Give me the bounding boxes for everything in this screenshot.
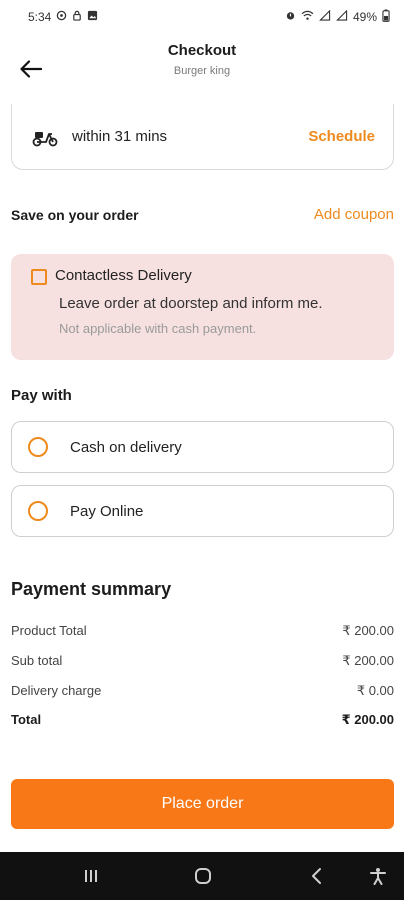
summary-row-delivery-charge: Delivery charge ₹ 0.00 — [11, 683, 394, 699]
summary-label: Product Total — [11, 623, 87, 638]
save-on-order-row: Save on your order Add coupon — [11, 206, 394, 223]
summary-row-total: Total ₹ 200.00 — [11, 712, 394, 728]
lock-icon — [72, 10, 82, 24]
accessibility-icon — [370, 868, 386, 885]
place-order-button[interactable]: Place order — [11, 779, 394, 829]
pay-with-title: Pay with — [11, 387, 72, 404]
summary-value: ₹ 200.00 — [342, 653, 394, 668]
whatsapp-icon — [56, 10, 67, 24]
save-on-order-title: Save on your order — [11, 206, 139, 223]
nav-back-button[interactable] — [303, 864, 331, 888]
wifi-icon — [301, 10, 314, 24]
header: Checkout Burger king — [0, 34, 404, 104]
summary-value: ₹ 200.00 — [342, 623, 394, 638]
header-titles: Checkout Burger king — [0, 42, 404, 77]
radio-button[interactable] — [28, 437, 48, 457]
restaurant-name: Burger king — [173, 65, 231, 77]
contactless-description: Leave order at doorstep and inform me. — [59, 295, 323, 312]
page-title: Checkout — [167, 42, 237, 59]
payment-option-label: Cash on delivery — [70, 438, 182, 456]
contactless-delivery-panel: Contactless Delivery Leave order at door… — [11, 254, 394, 360]
contactless-note: Not applicable with cash payment. — [59, 321, 257, 336]
summary-label: Delivery charge — [11, 683, 102, 698]
summary-value: ₹ 200.00 — [341, 712, 394, 727]
home-button[interactable] — [189, 864, 217, 888]
gallery-icon — [87, 10, 98, 24]
status-left: 5:34 — [28, 10, 98, 24]
summary-label: Sub total — [11, 653, 63, 668]
recents-icon — [85, 870, 97, 882]
signal-icon — [319, 9, 331, 24]
signal-icon — [336, 9, 348, 24]
back-icon — [312, 868, 321, 884]
payment-option-online[interactable]: Pay Online — [11, 485, 394, 537]
status-bar: 5:34 49% — [0, 0, 404, 34]
home-icon — [195, 868, 211, 884]
alarm-icon — [285, 10, 296, 24]
summary-value: ₹ 0.00 — [356, 683, 394, 698]
delivery-time-card: within 31 mins Schedule — [11, 104, 394, 170]
scooter-icon — [32, 131, 58, 146]
payment-summary-title: Payment summary — [11, 579, 172, 599]
radio-button[interactable] — [28, 501, 48, 521]
recents-button[interactable] — [77, 864, 105, 888]
system-nav-bar — [0, 852, 404, 900]
accessibility-button[interactable] — [364, 864, 392, 888]
battery-icon — [382, 9, 390, 25]
schedule-link[interactable]: Schedule — [308, 128, 375, 145]
add-coupon-link[interactable]: Add coupon — [314, 206, 394, 223]
contactless-checkbox[interactable] — [31, 269, 47, 285]
payment-option-label: Pay Online — [70, 502, 144, 520]
battery-percent: 49% — [352, 10, 377, 24]
payment-option-cash[interactable]: Cash on delivery — [11, 421, 394, 473]
contactless-title: Contactless Delivery — [55, 267, 192, 284]
status-right: 49% — [285, 9, 390, 25]
delivery-eta: within 31 mins — [72, 128, 168, 145]
summary-label: Total — [11, 712, 42, 727]
summary-row-sub-total: Sub total ₹ 200.00 — [11, 653, 394, 669]
summary-row-product-total: Product Total ₹ 200.00 — [11, 623, 394, 639]
status-time: 5:34 — [28, 10, 52, 24]
